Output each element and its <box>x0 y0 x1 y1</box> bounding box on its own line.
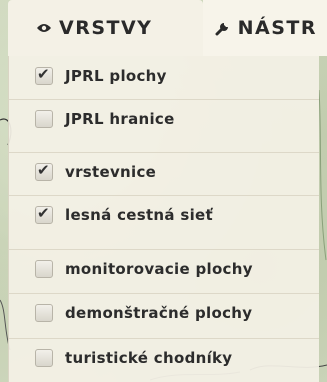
layer-checkbox[interactable] <box>35 65 53 85</box>
layer-label: lesná cestná sieť <box>65 206 213 224</box>
panel-tabs: VRSTVY NÁSTR <box>8 0 327 56</box>
tab-tools[interactable]: NÁSTR <box>202 0 327 56</box>
layer-row-jprl-hranice[interactable]: JPRL hranice <box>9 99 319 138</box>
layer-checkbox[interactable] <box>35 204 53 224</box>
layer-label: JPRL plochy <box>65 66 167 85</box>
layer-row-monitorovacie-plochy[interactable]: monitorovacie plochy <box>9 249 319 288</box>
layer-label: demonštračné plochy <box>65 304 253 322</box>
layer-checkbox[interactable] <box>35 349 53 367</box>
layer-label: turistické chodníky <box>65 349 233 367</box>
layer-row-demonstracne-plochy[interactable]: demonštračné plochy <box>9 293 319 332</box>
layer-row-jprl-plochy[interactable]: JPRL plochy <box>9 56 319 95</box>
layer-row-vrstevnice[interactable]: vrstevnice <box>9 152 319 191</box>
tab-layers[interactable]: VRSTVY <box>8 0 203 56</box>
tab-tools-label: NÁSTR <box>237 17 317 39</box>
layer-label: JPRL hranice <box>65 110 175 128</box>
layer-checkbox[interactable] <box>35 304 53 322</box>
layer-checkbox[interactable] <box>35 110 53 128</box>
layer-row-turisticke-chodniky[interactable]: turistické chodníky <box>9 338 319 377</box>
layers-panel: JPRL plochy JPRL hranice vrstevnice lesn… <box>8 56 319 382</box>
tab-layers-label: VRSTVY <box>59 17 153 39</box>
layer-checkbox[interactable] <box>35 161 53 181</box>
layer-checkbox[interactable] <box>35 260 53 278</box>
eye-icon <box>36 22 52 34</box>
layer-label: vrstevnice <box>65 163 157 181</box>
layer-row-lesna-cestna-siet[interactable]: lesná cestná sieť <box>9 195 319 234</box>
wrench-icon <box>215 20 231 36</box>
layer-label: monitorovacie plochy <box>65 260 253 278</box>
